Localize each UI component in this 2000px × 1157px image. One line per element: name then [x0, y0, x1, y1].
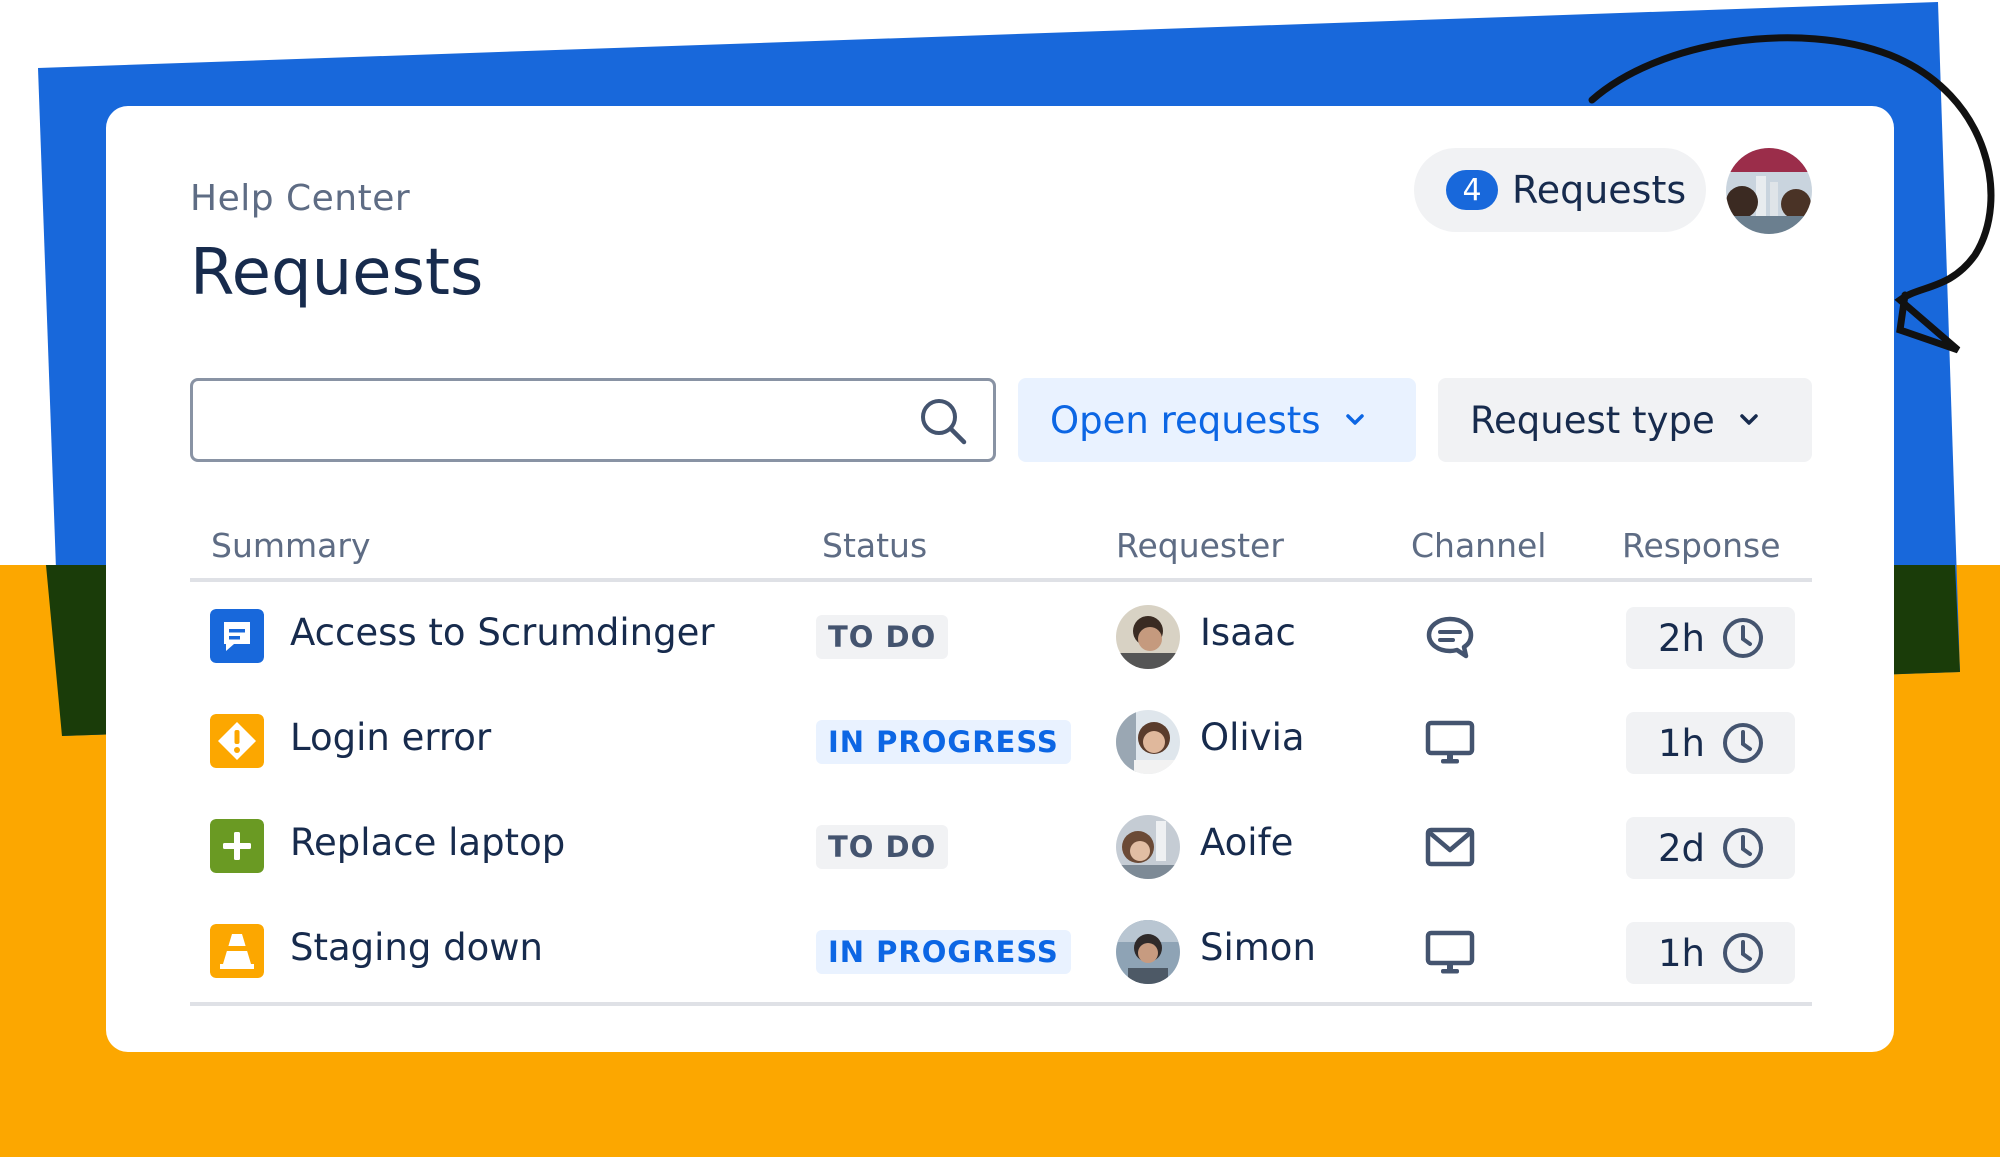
status-badge: TO DO	[816, 615, 949, 659]
open-requests-dropdown[interactable]: Open requests	[1018, 378, 1416, 462]
response-time: 2h	[1626, 607, 1795, 669]
requests-count-label: Requests	[1512, 168, 1687, 212]
column-header-status[interactable]: Status	[822, 526, 927, 565]
search-field[interactable]	[190, 378, 996, 462]
breadcrumb[interactable]: Help Center	[190, 178, 410, 219]
monitor-icon	[1425, 720, 1475, 764]
chevron-down-icon	[1739, 414, 1758, 425]
status-badge: TO DO	[816, 825, 949, 869]
column-header-requester[interactable]: Requester	[1116, 526, 1284, 565]
requester-name: Simon	[1200, 926, 1316, 969]
table-row[interactable]: Staging down IN PROGRESS Simon 1h	[190, 908, 1812, 992]
search-icon[interactable]	[917, 395, 969, 447]
avatar	[1116, 710, 1180, 774]
chat-request-icon	[210, 609, 264, 663]
status-badge: IN PROGRESS	[816, 720, 1071, 764]
monitor-icon	[1425, 930, 1475, 974]
response-value: 2d	[1658, 826, 1706, 870]
response-time: 1h	[1626, 712, 1795, 774]
request-summary[interactable]: Access to Scrumdinger	[290, 611, 715, 654]
open-requests-label: Open requests	[1050, 398, 1321, 442]
search-input[interactable]	[213, 381, 877, 459]
avatar	[1116, 815, 1180, 879]
response-value: 1h	[1658, 931, 1705, 975]
avatar	[1116, 920, 1180, 984]
user-avatar[interactable]	[1726, 148, 1812, 234]
table-row[interactable]: Replace laptop TO DO Aoife 2d	[190, 803, 1812, 887]
chevron-down-icon	[1345, 414, 1364, 425]
table-row[interactable]: Login error IN PROGRESS Olivia 1h	[190, 698, 1812, 782]
clock-icon	[1723, 618, 1763, 658]
column-header-response[interactable]: Response	[1622, 526, 1781, 565]
response-time: 2d	[1626, 817, 1796, 879]
requester-name: Olivia	[1200, 716, 1305, 759]
column-header-channel[interactable]: Channel	[1411, 526, 1546, 565]
plus-icon	[210, 819, 264, 873]
requests-count-badge: 4	[1446, 170, 1498, 210]
requester-name: Aoife	[1200, 821, 1294, 864]
email-icon	[1425, 827, 1475, 867]
request-type-label: Request type	[1470, 398, 1715, 442]
response-value: 1h	[1658, 721, 1705, 765]
traffic-cone-icon	[210, 924, 264, 978]
table-header-divider	[190, 578, 1812, 582]
request-summary[interactable]: Login error	[290, 716, 491, 759]
response-value: 2h	[1658, 616, 1705, 660]
alert-diamond-icon	[210, 714, 264, 768]
avatar	[1116, 605, 1180, 669]
clock-icon	[1723, 723, 1763, 763]
request-summary[interactable]: Replace laptop	[290, 821, 565, 864]
clock-icon	[1723, 828, 1764, 868]
clock-icon	[1723, 933, 1763, 973]
status-badge: IN PROGRESS	[816, 930, 1071, 974]
requests-count-button[interactable]: 4 Requests	[1414, 148, 1706, 232]
table-bottom-divider	[190, 1002, 1812, 1006]
column-header-summary[interactable]: Summary	[211, 526, 370, 565]
requester-name: Isaac	[1200, 611, 1296, 654]
chat-icon	[1426, 616, 1474, 659]
request-type-dropdown[interactable]: Request type	[1438, 378, 1812, 462]
requests-card: Help Center Requests 4 Requests Open req…	[106, 106, 1894, 1052]
response-time: 1h	[1626, 922, 1795, 984]
table-row[interactable]: Access to Scrumdinger TO DO Isaac 2h	[190, 593, 1812, 677]
request-summary[interactable]: Staging down	[290, 926, 543, 969]
page-title: Requests	[190, 236, 484, 310]
